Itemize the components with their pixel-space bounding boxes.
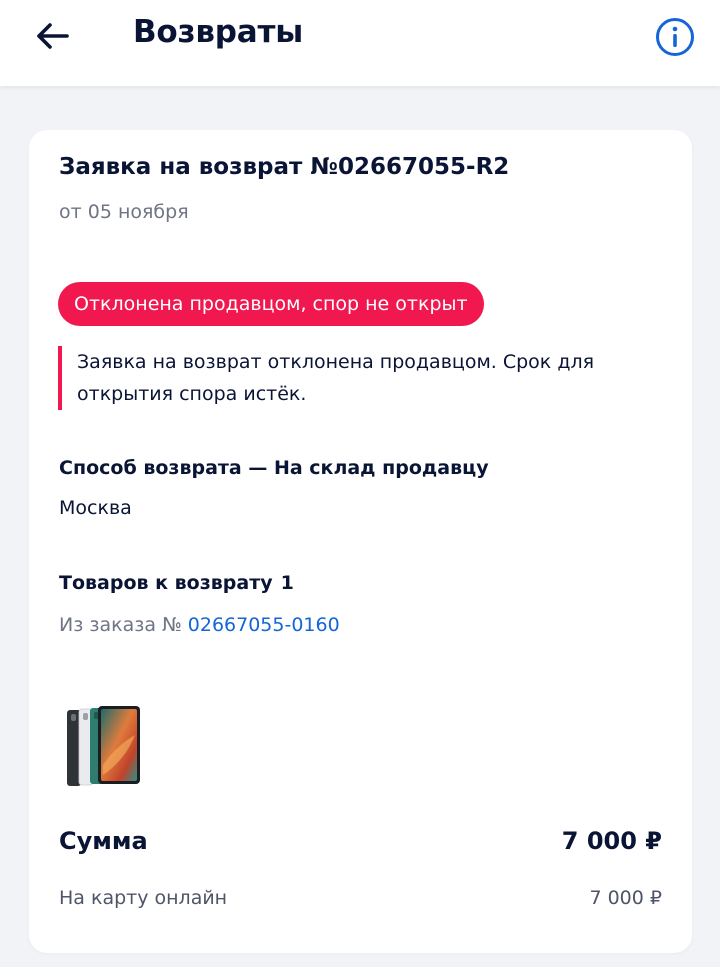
return-city: Москва: [59, 497, 132, 519]
product-thumbnail[interactable]: [65, 705, 141, 787]
status-badge: Отклонена продавцом, спор не открыт: [58, 282, 484, 326]
items-label: Товаров к возврату: [59, 572, 273, 594]
return-request-card: Заявка на возврат №02667055-R2 от 05 ноя…: [29, 130, 692, 953]
back-button[interactable]: [30, 16, 74, 56]
source-order: Из заказа № 02667055-0160: [59, 614, 340, 636]
arrow-left-icon: [37, 23, 69, 49]
return-method-title: Способ возврата — На склад продавцу: [59, 457, 489, 479]
items-count: 1: [280, 572, 294, 594]
top-app-bar: Возвраты: [0, 0, 720, 86]
items-to-return: Товаров к возврату 1: [59, 572, 294, 594]
payment-method: На карту онлайн: [59, 887, 228, 909]
info-button[interactable]: [652, 14, 698, 60]
request-date: от 05 ноября: [59, 201, 189, 223]
order-prefix: Из заказа №: [59, 614, 182, 636]
order-number-link[interactable]: 02667055-0160: [188, 614, 340, 636]
request-title: Заявка на возврат №02667055-R2: [59, 154, 510, 180]
sum-label: Сумма: [59, 827, 148, 855]
sum-value: 7 000 ₽: [561, 827, 662, 855]
payment-amount: 7 000 ₽: [589, 887, 662, 909]
page-title: Возвраты: [133, 14, 304, 50]
tablet-image: [67, 706, 140, 786]
rejection-notice: Заявка на возврат отклонена продавцом. С…: [58, 346, 667, 410]
info-circle-icon: [656, 18, 694, 56]
